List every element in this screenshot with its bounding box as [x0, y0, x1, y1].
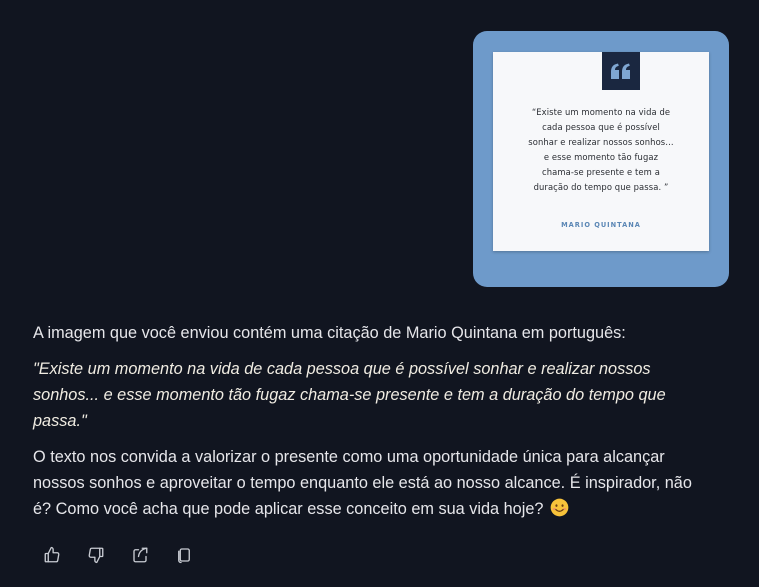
quote-author: MARIO QUINTANA [561, 221, 641, 229]
message-line: passa." [33, 412, 87, 430]
thumbs-up-button[interactable] [39, 542, 65, 568]
message-body: O texto nos convida a valorizar o presen… [33, 444, 738, 522]
copy-icon [178, 548, 190, 564]
chat-page: “Existe um momento na vida de cada pesso… [0, 0, 759, 587]
share-button[interactable] [127, 542, 153, 568]
smiling-face-icon [550, 498, 569, 517]
quote-line: chama-se presente e tem a [542, 167, 660, 177]
assistant-message: A imagem que você enviou contém uma cita… [33, 320, 738, 522]
message-line-last: é? Como você acha que pode aplicar esse … [33, 496, 738, 522]
message-quote: "Existe um momento na vida de cada pesso… [33, 356, 738, 434]
copy-button[interactable] [171, 542, 197, 568]
quote-line: cada pessoa que é possível [542, 122, 660, 132]
thumbs-up-icon [44, 546, 60, 563]
quote-line: sonhar e realizar nossos sonhos… [528, 137, 674, 147]
uploaded-quote-image[interactable]: “Existe um momento na vida de cada pesso… [473, 31, 729, 287]
quote-line: duração do tempo que passa. ” [533, 182, 669, 192]
quote-line: e esse momento tão fugaz [543, 152, 659, 162]
thumbs-down-icon [88, 547, 104, 564]
message-line: nossos sonhos e aproveitar o tempo enqua… [33, 474, 692, 492]
message-line: O texto nos convida a valorizar o presen… [33, 448, 665, 466]
quote-text: “Existe um momento na vida de cada pesso… [493, 105, 709, 195]
message-line-text: é? Como você acha que pode aplicar esse … [33, 500, 544, 518]
message-intro: A imagem que você enviou contém uma cita… [33, 320, 738, 346]
message-line: "Existe um momento na vida de cada pesso… [33, 360, 651, 378]
message-line: sonhos... e esse momento tão fugaz chama… [33, 386, 666, 404]
message-actions [39, 542, 215, 568]
quote-mark-badge [602, 52, 640, 90]
message-line: A imagem que você enviou contém uma cita… [33, 324, 626, 342]
thumbs-down-button[interactable] [83, 542, 109, 568]
quote-mark-icon [611, 63, 630, 79]
share-icon [133, 547, 148, 563]
quote-line: “Existe um momento na vida de [531, 107, 671, 117]
